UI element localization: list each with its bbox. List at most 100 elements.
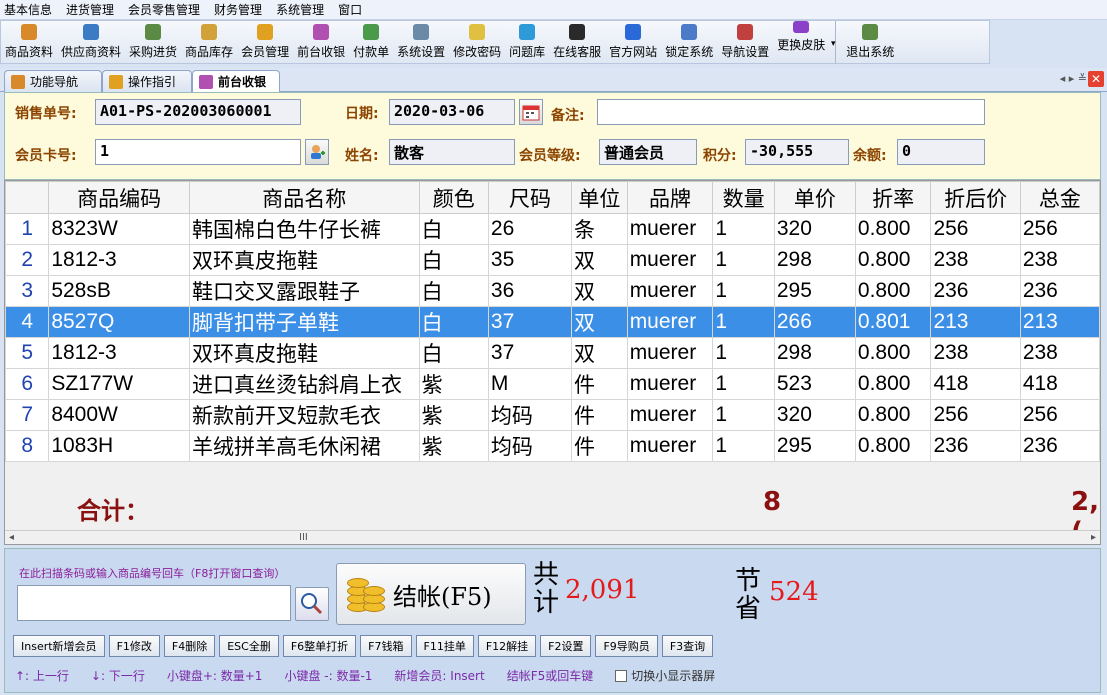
toolbar-button[interactable]: 问题库 (505, 21, 549, 63)
table-cell[interactable]: 均码 (487, 399, 573, 431)
scroll-right-icon[interactable]: ▸ (1091, 532, 1096, 543)
toolbar-button[interactable]: 商品库存 (181, 21, 237, 63)
table-cell[interactable]: 白 (418, 275, 489, 307)
table-cell[interactable]: 528sB (48, 275, 190, 307)
table-cell[interactable]: 件 (571, 430, 628, 462)
table-cell[interactable]: 266 (773, 306, 856, 338)
function-key-button[interactable]: F6整单打折 (282, 635, 357, 657)
table-row[interactable]: 4 8527Q 脚背扣带子单鞋白 37 双 muerer 1 266 0.801 213 213 (5, 306, 1100, 338)
table-cell[interactable]: 双环真皮拖鞋 (188, 244, 420, 276)
function-key-button[interactable]: ESC全删 (219, 635, 279, 657)
order-no-field[interactable]: A01-PS-202003060001 (95, 99, 301, 125)
table-cell[interactable]: 韩国棉白色牛仔长裤 (188, 213, 420, 245)
toolbar-button[interactable]: 更换皮肤 ▾ (773, 21, 835, 63)
table-cell[interactable]: 双 (571, 244, 628, 276)
function-key-button[interactable]: F9导购员 (595, 635, 658, 657)
table-row[interactable]: 1 8323W 韩国棉白色牛仔长裤白 26 条 muerer 1 320 0.800 256 256 (5, 213, 1100, 245)
column-header[interactable] (5, 181, 50, 214)
table-cell[interactable]: 双 (571, 275, 628, 307)
table-cell[interactable]: 双环真皮拖鞋 (188, 337, 420, 369)
table-cell[interactable]: 1 (712, 306, 775, 338)
table-cell[interactable]: 236 (930, 275, 1021, 307)
row-index[interactable]: 7 (5, 399, 50, 431)
table-cell[interactable]: 白 (418, 213, 489, 245)
table-cell[interactable]: 1812-3 (48, 244, 190, 276)
function-key-button[interactable]: F3查询 (661, 635, 714, 657)
table-cell[interactable]: 523 (773, 368, 856, 400)
toolbar-button[interactable]: 锁定系统 (661, 21, 717, 63)
row-index[interactable]: 1 (5, 213, 50, 245)
toolbar-button[interactable]: 修改密码 (449, 21, 505, 63)
toolbar-button[interactable]: 采购进货 (125, 21, 181, 63)
tab-guide[interactable]: 操作指引 (102, 70, 192, 92)
table-cell[interactable]: 8323W (48, 213, 190, 245)
function-key-button[interactable]: Insert新增会员 (13, 635, 105, 657)
table-cell[interactable]: 鞋口交叉露跟鞋子 (188, 275, 420, 307)
table-cell[interactable]: 紫 (418, 399, 489, 431)
table-cell[interactable]: muerer (626, 213, 714, 245)
table-cell[interactable]: M (487, 368, 573, 400)
table-cell[interactable]: 298 (773, 337, 856, 369)
table-cell[interactable]: 条 (571, 213, 628, 245)
column-header[interactable]: 单位 (571, 181, 628, 214)
row-index[interactable]: 5 (5, 337, 50, 369)
table-cell[interactable]: 白 (418, 337, 489, 369)
chevron-down-icon[interactable]: ▾ (831, 39, 836, 49)
table-cell[interactable]: 件 (571, 368, 628, 400)
table-cell[interactable]: 418 (930, 368, 1021, 400)
table-cell[interactable]: 脚背扣带子单鞋 (188, 306, 420, 338)
toolbar-button[interactable]: 官方网站 (605, 21, 661, 63)
level-field[interactable]: 普通会员 (599, 139, 697, 165)
column-header[interactable]: 商品名称 (188, 181, 420, 214)
menu-item[interactable]: 基本信息 (4, 1, 52, 18)
column-header[interactable]: 折率 (854, 181, 932, 214)
table-cell[interactable]: 236 (1019, 275, 1100, 307)
function-key-button[interactable]: F2设置 (540, 635, 592, 657)
name-field[interactable]: 散客 (389, 139, 515, 165)
menu-item[interactable]: 会员零售管理 (128, 1, 200, 18)
table-cell[interactable]: 238 (1019, 244, 1100, 276)
toolbar-button[interactable]: 在线客服 (549, 21, 605, 63)
close-icon[interactable]: ✕ (1088, 71, 1104, 87)
table-cell[interactable]: 1812-3 (48, 337, 190, 369)
table-cell[interactable]: 新款前开叉短款毛衣 (188, 399, 420, 431)
table-cell[interactable]: 238 (1019, 337, 1100, 369)
calendar-icon[interactable] (519, 99, 543, 125)
table-cell[interactable]: 236 (930, 430, 1021, 462)
toolbar-button[interactable]: 退出系统 (835, 21, 898, 63)
toolbar-button[interactable]: 导航设置 (717, 21, 773, 63)
table-cell[interactable]: 1 (712, 368, 775, 400)
table-cell[interactable]: 0.800 (854, 399, 932, 431)
table-cell[interactable]: SZ177W (48, 368, 190, 400)
column-header[interactable]: 总金 (1019, 181, 1100, 214)
member-lookup-icon[interactable] (305, 139, 329, 165)
table-cell[interactable]: muerer (626, 430, 714, 462)
table-cell[interactable]: 295 (773, 430, 856, 462)
card-field[interactable]: 1 (95, 139, 301, 165)
row-index[interactable]: 8 (5, 430, 50, 462)
table-cell[interactable]: 238 (930, 244, 1021, 276)
column-header[interactable]: 折后价 (930, 181, 1021, 214)
menu-item[interactable]: 财务管理 (214, 1, 262, 18)
table-cell[interactable]: 256 (1019, 399, 1100, 431)
table-cell[interactable]: 均码 (487, 430, 573, 462)
scroll-thumb[interactable]: III (299, 532, 308, 543)
table-row[interactable]: 7 8400W 新款前开叉短款毛衣紫均码件 muerer 1 320 0.800 256 256 (5, 399, 1100, 431)
function-key-button[interactable]: F11挂单 (415, 635, 474, 657)
table-cell[interactable]: 1083H (48, 430, 190, 462)
row-index[interactable]: 2 (5, 244, 50, 276)
function-key-button[interactable]: F1修改 (108, 635, 160, 657)
table-cell[interactable]: muerer (626, 399, 714, 431)
table-row[interactable]: 6 SZ177W 进口真丝烫钻斜肩上衣紫 M 件 muerer 1 523 0.800 418 41… (5, 368, 1100, 400)
checkout-button[interactable]: 结帐(F5) (336, 563, 526, 625)
column-header[interactable]: 品牌 (626, 181, 714, 214)
table-row[interactable]: 3 528sB 鞋口交叉露跟鞋子白 36 双 muerer 1 295 0.800 236 236 (5, 275, 1100, 307)
table-cell[interactable]: 37 (487, 306, 573, 338)
balance-field[interactable]: 0 (897, 139, 985, 165)
table-cell[interactable]: 256 (930, 399, 1021, 431)
tab-scroll-arrows-icon[interactable]: ◂ ▸ ≚ (1060, 72, 1087, 85)
table-cell[interactable]: 0.801 (854, 306, 932, 338)
function-key-button[interactable]: F12解挂 (477, 635, 537, 657)
table-cell[interactable]: 1 (712, 337, 775, 369)
table-cell[interactable]: 320 (773, 213, 856, 245)
